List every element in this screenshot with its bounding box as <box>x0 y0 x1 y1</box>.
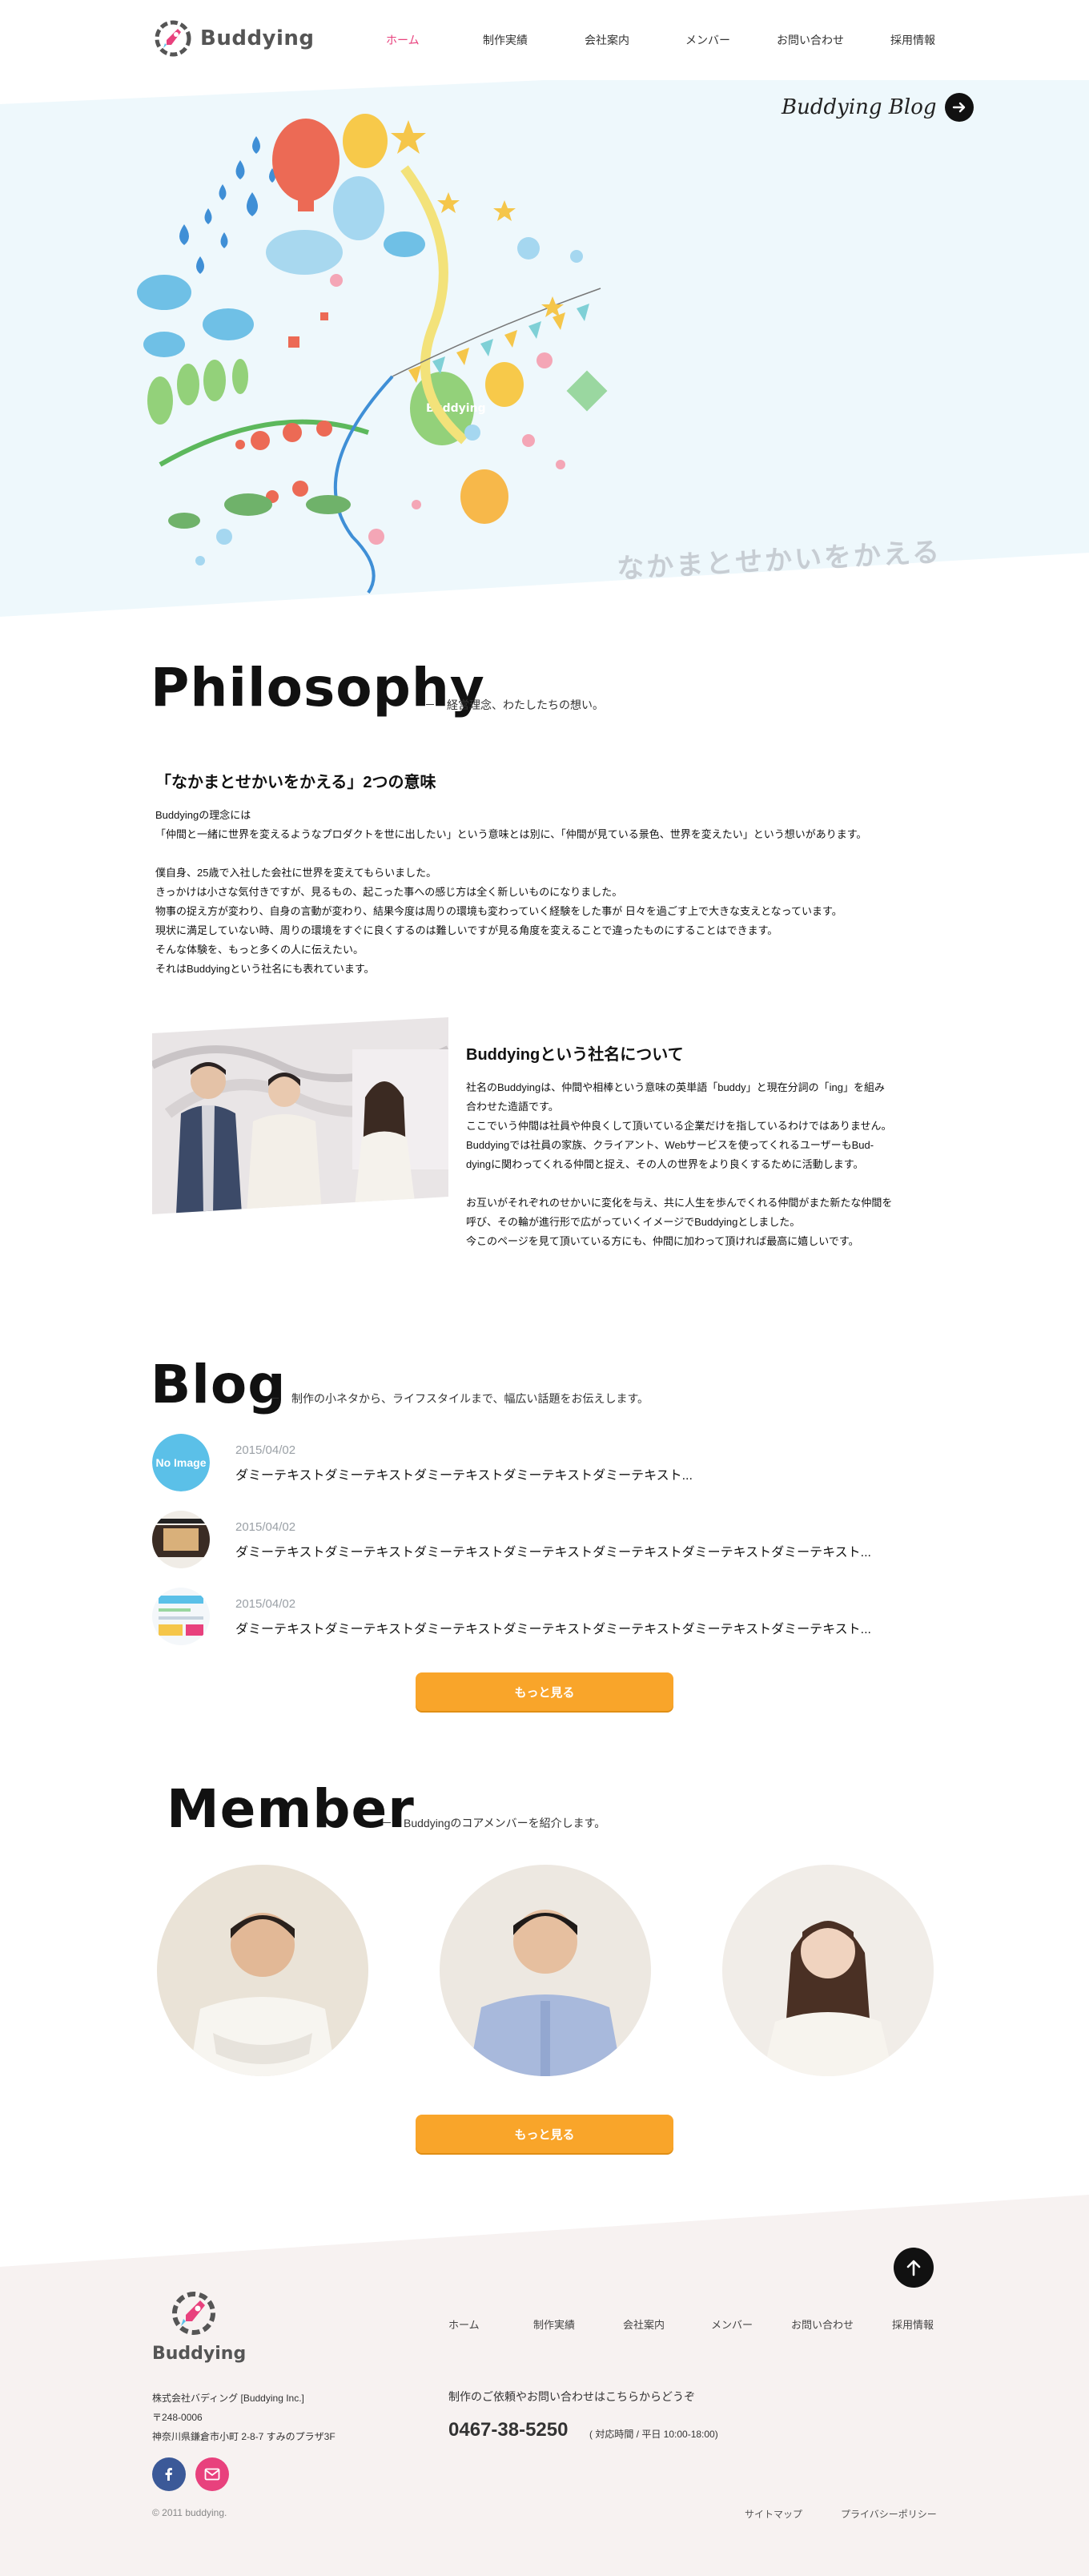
member-more-button[interactable]: もっと見る <box>416 2115 673 2153</box>
blog-post-title[interactable]: ダミーテキストダミーテキストダミーテキストダミーテキストダミーテキストダミーテキ… <box>235 1618 871 1637</box>
meaning-text: Buddyingの理念には 「仲間と一緒に世界を変えるようなプロダクトを世に出し… <box>155 806 940 979</box>
blog-post-title[interactable]: ダミーテキストダミーテキストダミーテキストダミーテキストダミーテキスト... <box>235 1464 693 1483</box>
blog-subtitle: － 制作の小ネタから、ライフスタイルまで、幅広い話題をお伝えします。 <box>269 1392 649 1405</box>
blog-post[interactable]: 2015/04/02 ダミーテキストダミーテキストダミーテキストダミーテキストダ… <box>152 1588 953 1652</box>
nav-members[interactable]: メンバー <box>685 32 730 48</box>
about-name-text: 社名のBuddyingは、仲間や相棒という意味の英単語「buddy」と現在分詞の… <box>466 1078 946 1251</box>
about-line: ここでいう仲間は社員や仲良くして頂いている企業だけを指しているわけではありません… <box>466 1120 892 1132</box>
blog-post-title[interactable]: ダミーテキストダミーテキストダミーテキストダミーテキストダミーテキストダミーテキ… <box>235 1541 871 1560</box>
site-header: Buddying ホーム 制作実績 会社案内 メンバー お問い合わせ 採用情報 <box>0 0 1089 80</box>
about-line: 今このページを見て頂いている方にも、仲間に加わって頂ければ最高に嬉しいです。 <box>466 1235 859 1247</box>
footer-nav-works[interactable]: 制作実績 <box>533 2316 575 2332</box>
meaning-line: そんな体験を、もっと多くの人に伝えたい。 <box>155 944 364 956</box>
meaning-line: Buddyingの理念には <box>155 809 251 821</box>
meaning-line: きっかけは小さな気付きですが、見るもの、起こった事への感じ方は全く新しいものにな… <box>155 886 623 898</box>
contact-lead: 制作のご依頼やお問い合わせはこちらからどうぞ <box>448 2390 695 2403</box>
hero-illustration: Buddying <box>137 114 608 594</box>
about-line: 呼び、その輪が進行形で広がっていくイメージでBuddyingとしました。 <box>466 1216 801 1228</box>
company-street: 神奈川県鎌倉市小町 2-8-7 すみのプラザ3F <box>152 2431 336 2442</box>
nav-company[interactable]: 会社案内 <box>585 32 629 48</box>
meaning-heading: 「なかまとせかいをかえる」2つの意味 <box>155 774 436 791</box>
nav-home[interactable]: ホーム <box>386 32 420 48</box>
about-line: dyingに関わってくれる仲間と捉え、その人の世界をより良くするために活動します… <box>466 1158 864 1170</box>
nav-contact[interactable]: お問い合わせ <box>777 32 844 48</box>
member-photo[interactable] <box>722 1865 934 2076</box>
blog-more-button[interactable]: もっと見る <box>416 1672 673 1711</box>
blog-title: Blog <box>151 1354 287 1415</box>
blog-thumbnail: No Image <box>152 1434 210 1491</box>
member-title: Member <box>167 1778 415 1840</box>
footer-nav-home[interactable]: ホーム <box>448 2316 480 2332</box>
footer-nav-company[interactable]: 会社案内 <box>623 2316 665 2332</box>
about-line: 社名のBuddyingは、仲間や相棒という意味の英単語「buddy」と現在分詞の… <box>466 1081 885 1093</box>
about-line: お互いがそれぞれのせかいに変化を与え、共に人生を歩んでくれる仲間がまた新たな仲間… <box>466 1197 893 1209</box>
sitemap-link[interactable]: サイトマップ <box>745 2507 802 2521</box>
blog-post-date: 2015/04/02 <box>235 1597 296 1611</box>
privacy-policy-link[interactable]: プライバシーポリシー <box>841 2507 937 2521</box>
company-address: 株式会社バディング [Buddying Inc.] 〒248-0006 神奈川県… <box>152 2389 336 2446</box>
global-nav: ホーム 制作実績 会社案内 メンバー お問い合わせ 採用情報 <box>0 32 1089 51</box>
back-to-top-button[interactable] <box>894 2248 934 2288</box>
phone-number[interactable]: 0467-38-5250 <box>448 2419 568 2441</box>
footer-nav-members[interactable]: メンバー <box>711 2316 753 2332</box>
meaning-line: 現状に満足していない時、周りの環境をすぐに良くするのは難しいですが見る角度を変え… <box>155 924 778 936</box>
company-name: 株式会社バディング [Buddying Inc.] <box>152 2393 304 2404</box>
blog-link[interactable]: Buddying Blog <box>782 93 974 122</box>
blog-thumbnail <box>152 1511 210 1568</box>
company-zip: 〒248-0006 <box>152 2412 203 2423</box>
meaning-line: 物事の捉え方が変わり、自身の言動が変わり、結果今度は周りの環境も変わっていく経験… <box>155 905 842 917</box>
arrow-right-icon <box>944 93 974 122</box>
footer-nav-contact[interactable]: お問い合わせ <box>791 2316 854 2332</box>
member-subtitle: － Buddyingのコアメンバーを紹介します。 <box>381 1817 606 1829</box>
blog-link-label: Buddying Blog <box>782 95 937 119</box>
copyright: © 2011 buddying. <box>152 2507 227 2518</box>
meaning-line: 僕自身、25歳で入社した会社に世界を変えてもらいました。 <box>155 867 437 879</box>
member-photo[interactable] <box>157 1865 368 2076</box>
team-photo <box>152 1017 448 1214</box>
mail-icon[interactable] <box>195 2457 229 2491</box>
meaning-line: それはBuddyingという社名にも表れています。 <box>155 963 375 975</box>
meaning-line: 「仲間と一緒に世界を変えるようなプロダクトを世に出したい」という意味とは別に、「… <box>155 828 867 840</box>
philosophy-subtitle: － 経営理念、わたしたちの想い。 <box>424 698 604 711</box>
business-hours: ( 対応時間 / 平日 10:00-18:00) <box>589 2429 718 2440</box>
footer-nav-recruit[interactable]: 採用情報 <box>892 2316 934 2332</box>
member-photo[interactable] <box>440 1865 651 2076</box>
blog-post-date: 2015/04/02 <box>235 1443 296 1457</box>
blog-post[interactable]: No Image 2015/04/02 ダミーテキストダミーテキストダミーテキス… <box>152 1434 953 1498</box>
facebook-icon[interactable] <box>152 2457 186 2491</box>
no-image-placeholder: No Image <box>152 1434 210 1491</box>
about-line: Buddyingでは社員の家族、クライアント、Webサービスを使ってくれるユーザ… <box>466 1139 874 1151</box>
arrow-up-icon <box>906 2260 921 2276</box>
about-name-heading: Buddyingという社名について <box>466 1046 684 1064</box>
footer-logo-text: Buddying <box>152 2344 247 2364</box>
blog-post-date: 2015/04/02 <box>235 1520 296 1534</box>
about-line: 合わせた造語です。 <box>466 1101 559 1113</box>
blog-post[interactable]: 2015/04/02 ダミーテキストダミーテキストダミーテキストダミーテキストダ… <box>152 1511 953 1575</box>
nav-works[interactable]: 制作実績 <box>483 32 528 48</box>
blog-thumbnail <box>152 1588 210 1645</box>
nav-recruit[interactable]: 採用情報 <box>890 32 935 48</box>
